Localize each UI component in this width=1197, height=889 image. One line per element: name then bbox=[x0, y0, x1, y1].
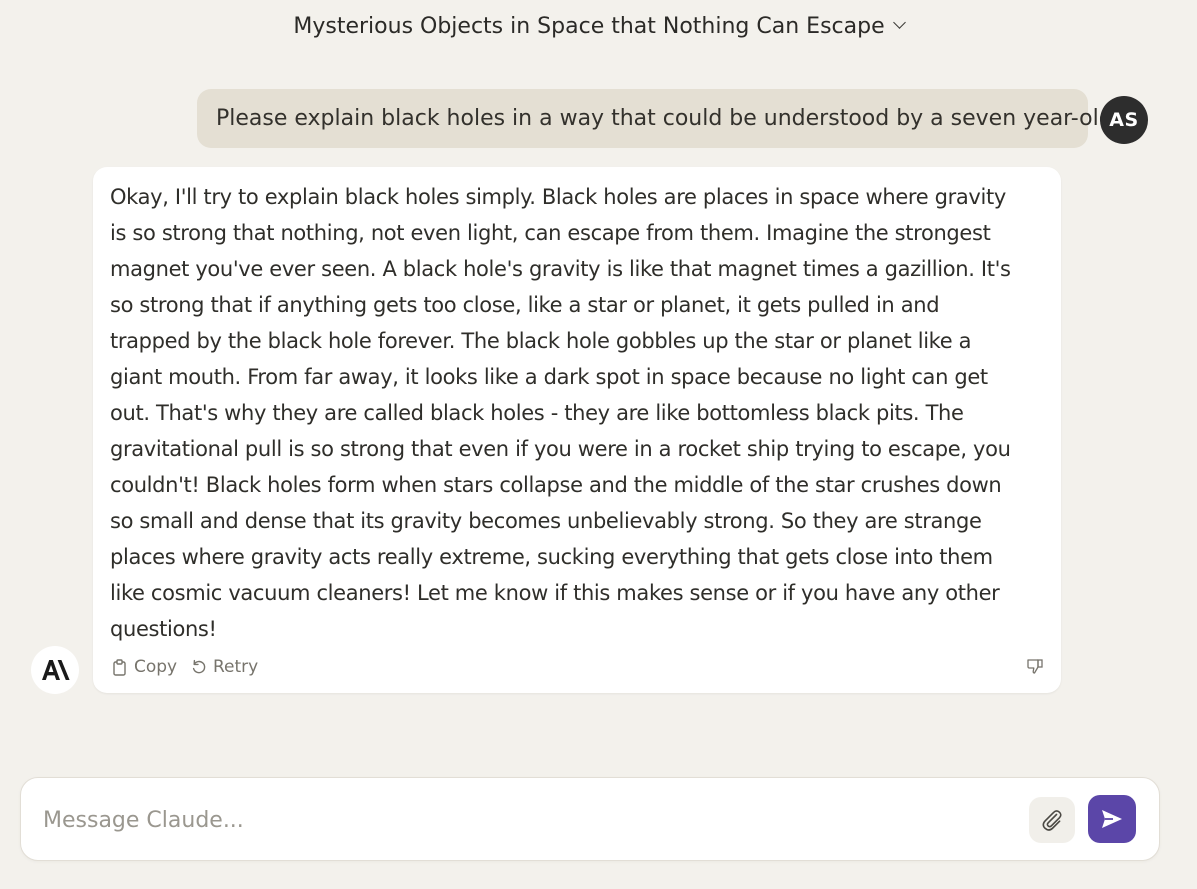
copy-label: Copy bbox=[134, 657, 178, 677]
paperclip-icon bbox=[1042, 810, 1062, 831]
assistant-text-line: magnet you've ever seen. A black hole's … bbox=[110, 257, 1011, 281]
anthropic-logo-icon bbox=[42, 660, 70, 680]
assistant-text-line: trapped by the black hole forever. The b… bbox=[110, 329, 972, 353]
retry-icon bbox=[192, 659, 206, 674]
assistant-message-text: Okay, I'll try to explain black holes si… bbox=[110, 179, 1050, 647]
message-input[interactable] bbox=[43, 800, 1023, 840]
clipboard-icon bbox=[113, 659, 126, 676]
user-message-text: Please explain black holes in a way that… bbox=[216, 106, 1113, 131]
attach-button[interactable] bbox=[1029, 797, 1075, 843]
chat-title-dropdown[interactable]: Mysterious Objects in Space that Nothing… bbox=[0, 14, 1197, 39]
assistant-text-line: so strong that if anything gets too clos… bbox=[110, 293, 940, 317]
assistant-message: Okay, I'll try to explain black holes si… bbox=[93, 167, 1061, 693]
retry-label: Retry bbox=[213, 657, 259, 677]
chat-page: Mysterious Objects in Space that Nothing… bbox=[0, 0, 1197, 889]
assistant-text-line: places where gravity acts really extreme… bbox=[110, 545, 993, 569]
assistant-text-line: giant mouth. From far away, it looks lik… bbox=[110, 365, 988, 389]
user-message: Please explain black holes in a way that… bbox=[197, 89, 1113, 148]
user-avatar[interactable]: AS bbox=[1100, 96, 1148, 144]
send-button[interactable] bbox=[1088, 795, 1136, 843]
chat-title: Mysterious Objects in Space that Nothing… bbox=[293, 14, 885, 39]
assistant-avatar bbox=[31, 646, 79, 694]
assistant-text-line: out. That's why they are called black ho… bbox=[110, 401, 964, 425]
message-composer bbox=[20, 777, 1160, 861]
retry-button[interactable]: Retry bbox=[191, 656, 261, 678]
assistant-text-line: Okay, I'll try to explain black holes si… bbox=[110, 185, 1006, 209]
assistant-text-line: is so strong that nothing, not even ligh… bbox=[110, 221, 991, 245]
assistant-text-line: couldn't! Black holes form when stars co… bbox=[110, 473, 1002, 497]
assistant-text-line: gravitational pull is so strong that eve… bbox=[110, 437, 1011, 461]
chevron-down-icon bbox=[892, 16, 906, 29]
assistant-text-line: so small and dense that its gravity beco… bbox=[110, 509, 982, 533]
assistant-text-line: like cosmic vacuum cleaners! Let me know… bbox=[110, 581, 1000, 605]
thumbs-down-button[interactable] bbox=[1026, 657, 1044, 675]
copy-button[interactable]: Copy bbox=[112, 656, 180, 678]
thumbs-down-icon bbox=[1027, 659, 1043, 674]
send-arrow-icon bbox=[1102, 810, 1122, 828]
assistant-text-line: questions! bbox=[110, 617, 217, 641]
